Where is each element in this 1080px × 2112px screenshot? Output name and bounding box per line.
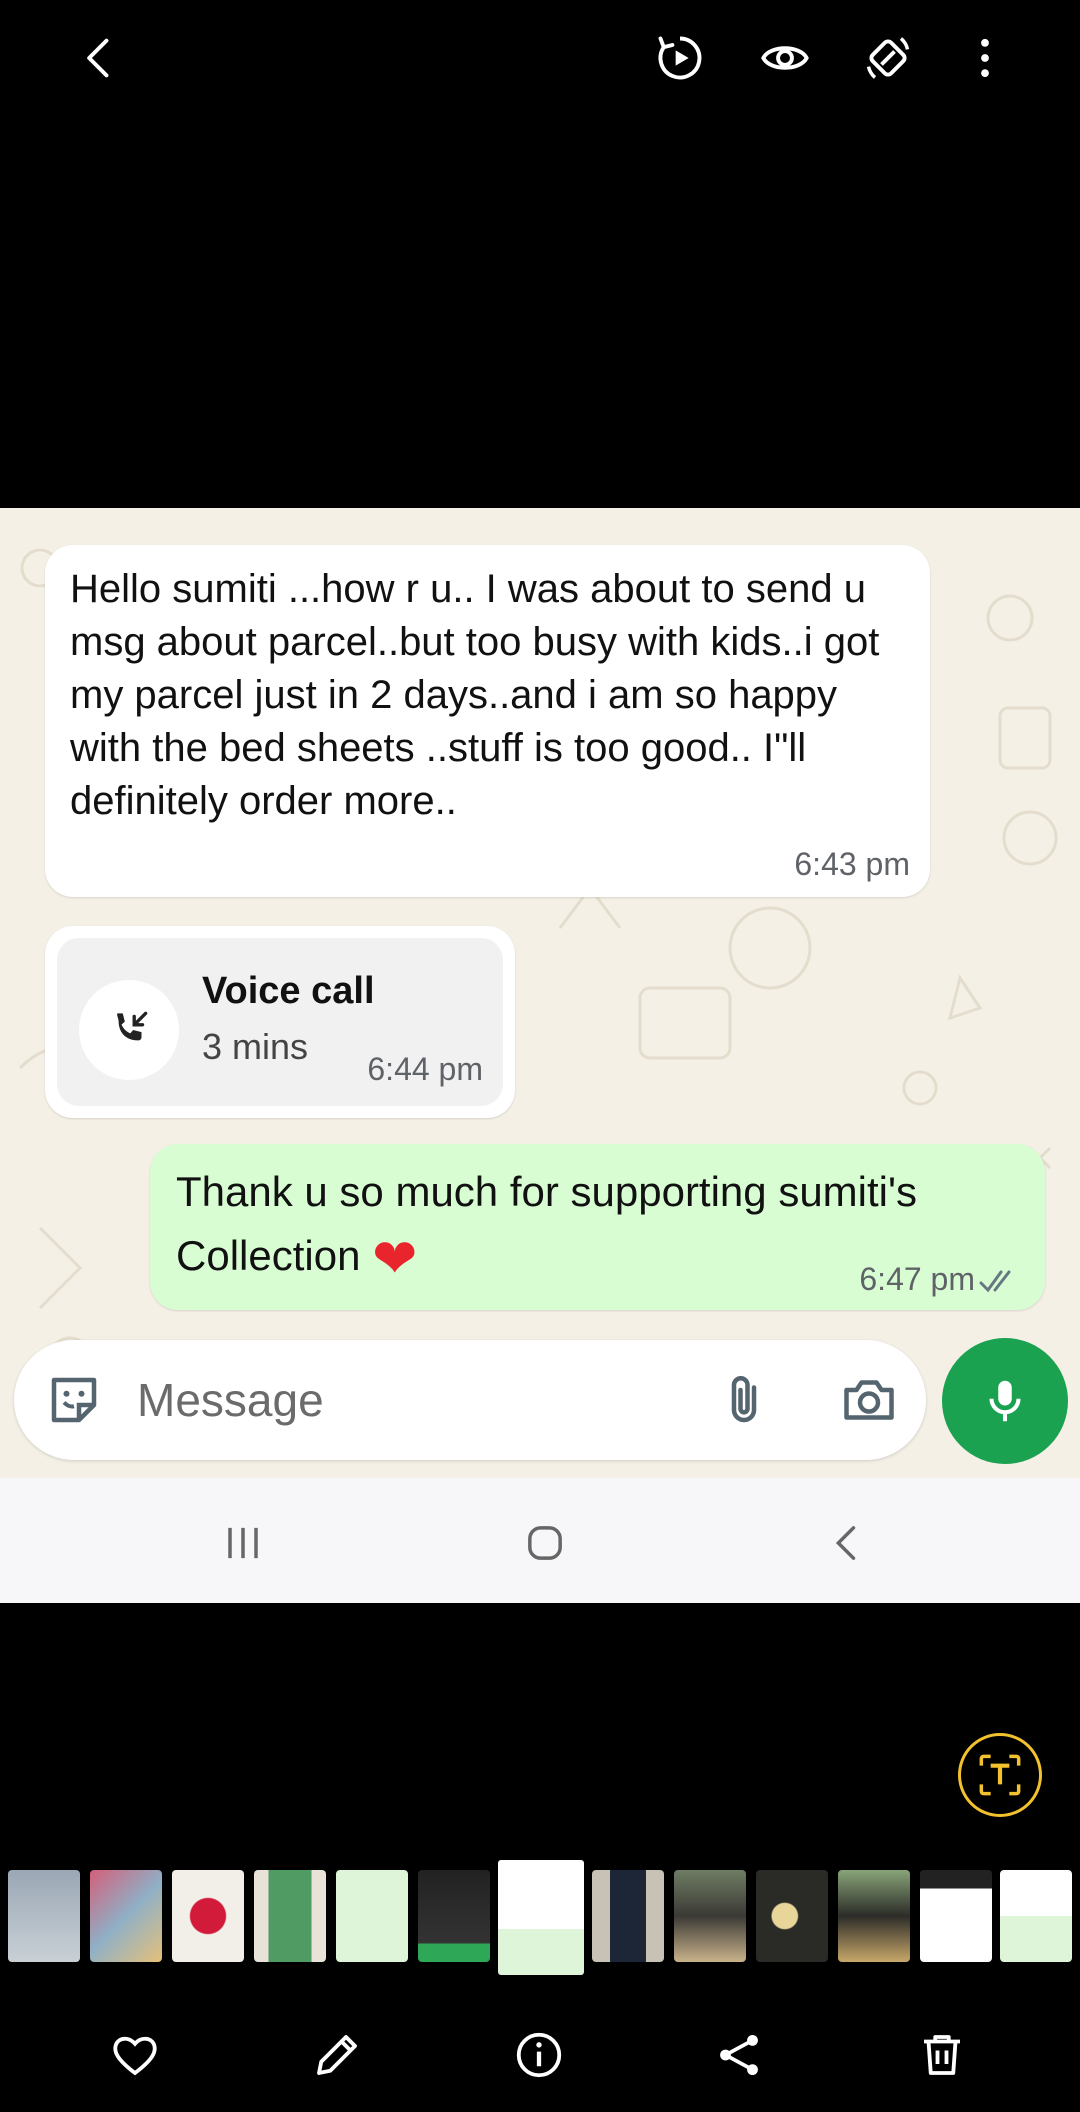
thumbnail[interactable]: [1000, 1870, 1072, 1962]
thumbnail[interactable]: [838, 1870, 910, 1962]
mic-icon: [989, 1380, 1021, 1422]
attach-icon[interactable]: [714, 1368, 774, 1432]
trash-icon[interactable]: [907, 2020, 977, 2090]
eye-icon[interactable]: [755, 28, 815, 88]
message-text: Hello sumiti ...how r u.. I was about to…: [70, 567, 880, 823]
outgoing-message-bubble[interactable]: Thank u so much for supporting sumiti's …: [150, 1144, 1045, 1310]
back-arrow-icon[interactable]: [70, 28, 130, 88]
play-motion-icon[interactable]: [650, 28, 710, 88]
thumbnail[interactable]: [336, 1870, 408, 1962]
share-icon[interactable]: [704, 2020, 774, 2090]
auto-rotate-icon[interactable]: [858, 28, 918, 88]
read-receipt-icon: [979, 1270, 1011, 1293]
pencil-icon[interactable]: [302, 2020, 372, 2090]
message-input[interactable]: Message: [137, 1373, 324, 1427]
voice-call-card: Voice call 3 mins 6:44 pm: [57, 938, 503, 1106]
message-time: 6:43 pm: [794, 846, 910, 882]
home-icon[interactable]: [510, 1508, 580, 1578]
thumbnail[interactable]: [418, 1870, 490, 1962]
thumbnail-current[interactable]: [498, 1860, 584, 1975]
thumbnail-strip: [0, 1860, 1080, 1975]
incoming-message-bubble[interactable]: Hello sumiti ...how r u.. I was about to…: [45, 545, 930, 897]
thumbnail[interactable]: [592, 1870, 664, 1962]
call-duration: 3 mins: [202, 1026, 309, 1067]
thumbnail[interactable]: [674, 1870, 746, 1962]
sticker-icon[interactable]: [44, 1370, 104, 1430]
recent-apps-icon[interactable]: [208, 1508, 278, 1578]
call-title: Voice call: [202, 970, 375, 1012]
missed-call-icon: [79, 980, 179, 1080]
thumbnail[interactable]: [172, 1870, 244, 1962]
more-vert-icon[interactable]: [955, 28, 1015, 88]
thumbnail[interactable]: [90, 1870, 162, 1962]
viewer-bottom-actions: [0, 2020, 1080, 2090]
call-time: 6:44 pm: [367, 1051, 483, 1087]
thumbnail[interactable]: [756, 1870, 828, 1962]
android-nav-bar: [0, 1478, 1080, 1603]
mic-button[interactable]: [942, 1338, 1068, 1464]
thumbnail[interactable]: [254, 1870, 326, 1962]
voice-call-bubble[interactable]: Voice call 3 mins 6:44 pm: [45, 926, 515, 1118]
thumbnail[interactable]: [920, 1870, 992, 1962]
message-time: 6:47 pm: [859, 1261, 975, 1297]
heart-icon[interactable]: [100, 2020, 170, 2090]
back-icon[interactable]: [812, 1508, 882, 1578]
text-extract-icon[interactable]: [958, 1733, 1042, 1817]
heart-emoji: ❤: [372, 1228, 418, 1289]
info-icon[interactable]: [504, 2020, 574, 2090]
message-text: Thank u so much for supporting sumiti's …: [176, 1168, 918, 1279]
thumbnail[interactable]: [8, 1870, 80, 1962]
camera-icon[interactable]: [839, 1370, 899, 1430]
displayed-image: Hello sumiti ...how r u.. I was about to…: [0, 508, 1080, 1603]
message-composer[interactable]: Message: [14, 1340, 926, 1460]
viewer-top-toolbar: [0, 0, 1080, 120]
